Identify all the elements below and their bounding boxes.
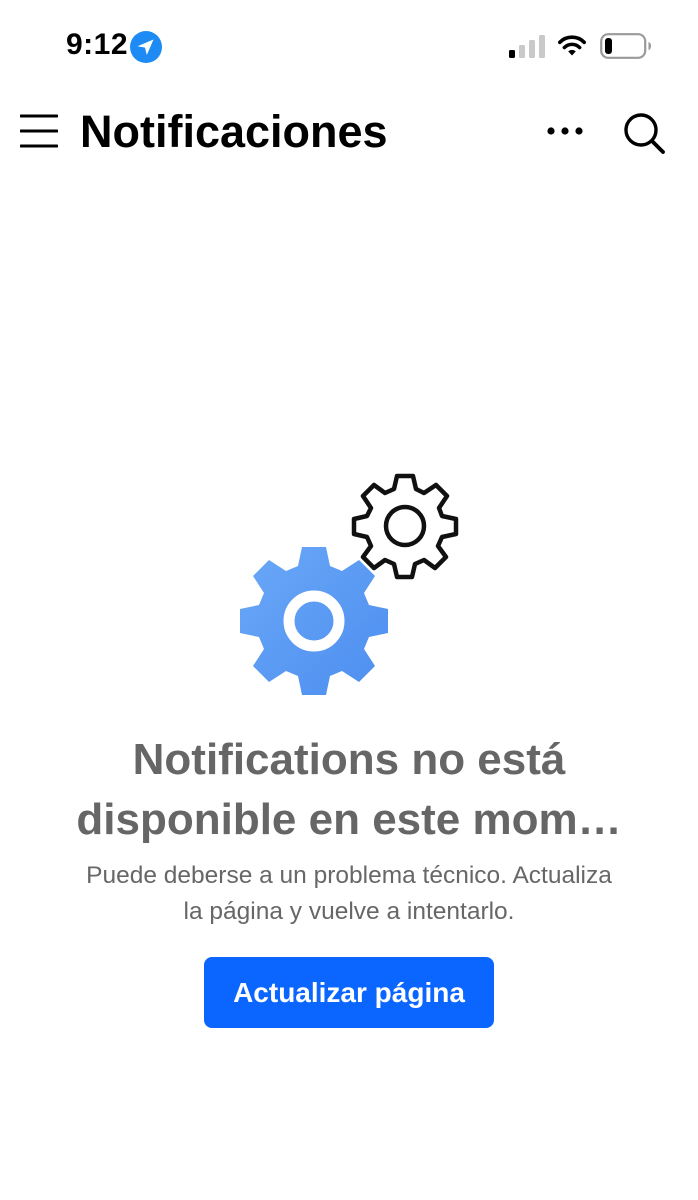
wifi-icon bbox=[558, 35, 586, 56]
error-subtitle-line: la página y vuelve a intentarlo. bbox=[183, 898, 515, 925]
location-arrow-icon bbox=[130, 31, 162, 63]
cellular-signal-icon bbox=[509, 35, 545, 58]
app-header: Notificaciones bbox=[0, 94, 698, 174]
more-icon[interactable] bbox=[546, 124, 584, 138]
status-time: 9:12 bbox=[66, 28, 129, 61]
hamburger-menu-icon[interactable] bbox=[20, 112, 58, 150]
refresh-page-button[interactable]: Actualizar página bbox=[204, 957, 494, 1028]
error-title-line: Notifications no está bbox=[132, 735, 566, 784]
error-subtitle-line: Puede deberse a un problema técnico. Act… bbox=[86, 862, 612, 889]
error-subtitle: Puede deberse a un problema técnico. Act… bbox=[30, 858, 668, 930]
page-title: Notificaciones bbox=[80, 106, 388, 157]
error-title-line: disponible en este mom… bbox=[76, 795, 622, 844]
search-icon[interactable] bbox=[622, 111, 666, 155]
gears-icon bbox=[240, 473, 459, 695]
battery-icon bbox=[600, 33, 651, 59]
error-title: Notifications no está disponible en este… bbox=[30, 730, 668, 850]
status-bar: 9:12 bbox=[0, 0, 698, 94]
